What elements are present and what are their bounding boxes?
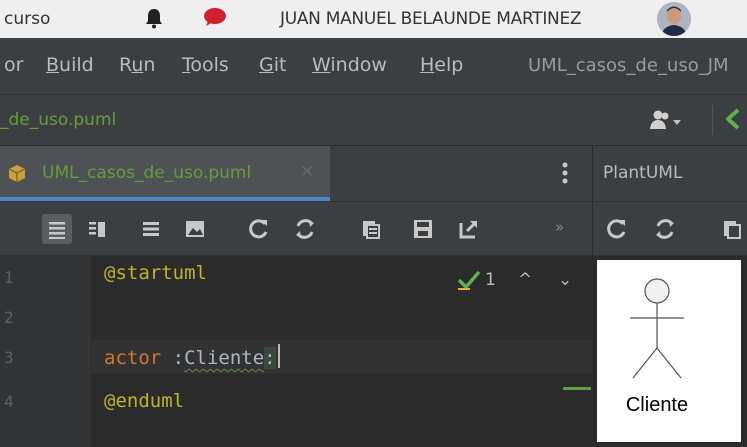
- pane-divider: [592, 202, 593, 257]
- editor-and-preview-button[interactable]: [82, 214, 112, 244]
- preview-only-button[interactable]: [136, 214, 166, 244]
- code-line-startuml[interactable]: @startuml: [104, 262, 207, 284]
- copy-icon: [724, 221, 741, 239]
- menu-item-build[interactable]: Build: [46, 54, 94, 76]
- menu-item-tools[interactable]: Tools: [182, 54, 229, 76]
- sync-button[interactable]: [290, 214, 320, 244]
- avatar-icon: [657, 2, 691, 36]
- text-caret: [277, 344, 280, 368]
- keyword-actor: actor: [104, 347, 162, 369]
- checkmark-icon: [457, 270, 481, 290]
- inspection-count: 1: [485, 270, 496, 290]
- open-external-button[interactable]: [454, 214, 484, 244]
- next-highlight-icon[interactable]: ⌄: [558, 270, 572, 290]
- preview-sync-button[interactable]: [650, 214, 680, 244]
- sync-icon: [656, 219, 674, 239]
- refresh-icon: [249, 219, 268, 239]
- image-icon: [186, 221, 204, 237]
- editor-only-button[interactable]: [42, 214, 72, 244]
- copy-icon: [363, 221, 380, 239]
- close-tab-icon[interactable]: ×: [300, 161, 314, 181]
- editor-toolbar: »: [0, 201, 747, 257]
- sync-icon: [296, 219, 314, 239]
- main-menu-bar: or Build Run Tools Git Window Help UML_c…: [0, 38, 747, 94]
- editor-tab-row: UML_casos_de_uso.puml × PlantUML: [0, 146, 747, 201]
- pane-divider: [592, 146, 593, 201]
- toolbar-separator: [712, 105, 713, 135]
- actor-identifier: Cliente: [184, 347, 265, 369]
- code-editor[interactable]: 1 2 3 4 @startuml actor :Cliente: @endum…: [0, 256, 592, 447]
- line-number-gutter: 1 2 3 4: [0, 256, 90, 447]
- inspection-widget[interactable]: 1 ^ ⌄: [456, 268, 586, 296]
- change-marker: [563, 387, 591, 390]
- code-line-enduml[interactable]: @enduml: [104, 390, 184, 412]
- code-colon-highlight: :: [264, 347, 276, 369]
- navigation-bar: _de_uso.puml: [0, 94, 747, 146]
- course-header-bar: curso JUAN MANUEL BELAUNDE MARTINEZ: [0, 0, 747, 38]
- editor-only-icon: [49, 222, 65, 239]
- code-colon: :: [161, 347, 185, 369]
- line-number: 1: [4, 268, 14, 287]
- menu-item-window[interactable]: Window: [312, 54, 387, 76]
- menu-item-help[interactable]: Help: [420, 54, 463, 76]
- split-view-icon: [89, 222, 105, 237]
- line-number: 2: [4, 308, 14, 327]
- actor-label: Cliente: [625, 394, 689, 416]
- preview-copy-button[interactable]: [717, 214, 747, 244]
- more-actions-icon[interactable]: »: [555, 218, 564, 236]
- refresh-icon: [607, 219, 626, 239]
- tab-uml-casos-de-uso[interactable]: UML_casos_de_uso.puml ×: [0, 146, 330, 201]
- menu-item-editor[interactable]: or: [4, 54, 23, 76]
- uml-diagram: Cliente: [597, 260, 741, 442]
- course-label[interactable]: curso: [4, 9, 50, 29]
- copy-button[interactable]: [356, 214, 386, 244]
- run-arrow-icon[interactable]: [726, 107, 747, 131]
- puml-file-icon: [8, 165, 26, 182]
- refresh-button[interactable]: [244, 214, 274, 244]
- more-options-icon[interactable]: [560, 160, 570, 186]
- avatar[interactable]: [657, 2, 691, 36]
- user-dropdown-icon[interactable]: [648, 109, 682, 131]
- window-title: UML_casos_de_uso_JM: [528, 55, 729, 76]
- image-preview-button[interactable]: [180, 214, 210, 244]
- tab-label: UML_casos_de_uso.puml: [42, 163, 252, 183]
- plantuml-preview-pane[interactable]: Cliente: [593, 256, 747, 447]
- save-icon: [414, 220, 432, 238]
- line-number: 4: [4, 392, 14, 411]
- code-line-actor[interactable]: actor :Cliente:: [104, 344, 280, 369]
- line-number: 3: [4, 348, 14, 367]
- save-button[interactable]: [408, 214, 438, 244]
- menu-item-git[interactable]: Git: [259, 54, 286, 76]
- previous-highlight-icon[interactable]: ^: [518, 270, 532, 290]
- lines-icon: [143, 222, 159, 236]
- user-name[interactable]: JUAN MANUEL BELAUNDE MARTINEZ: [280, 9, 582, 29]
- menu-item-run[interactable]: Run: [119, 54, 155, 76]
- external-link-icon: [459, 220, 478, 239]
- bell-icon[interactable]: [144, 7, 164, 29]
- breadcrumb[interactable]: _de_uso.puml: [0, 110, 116, 130]
- chat-icon[interactable]: [203, 7, 227, 27]
- tab-plantuml[interactable]: PlantUML: [603, 163, 682, 183]
- preview-refresh-button[interactable]: [602, 214, 632, 244]
